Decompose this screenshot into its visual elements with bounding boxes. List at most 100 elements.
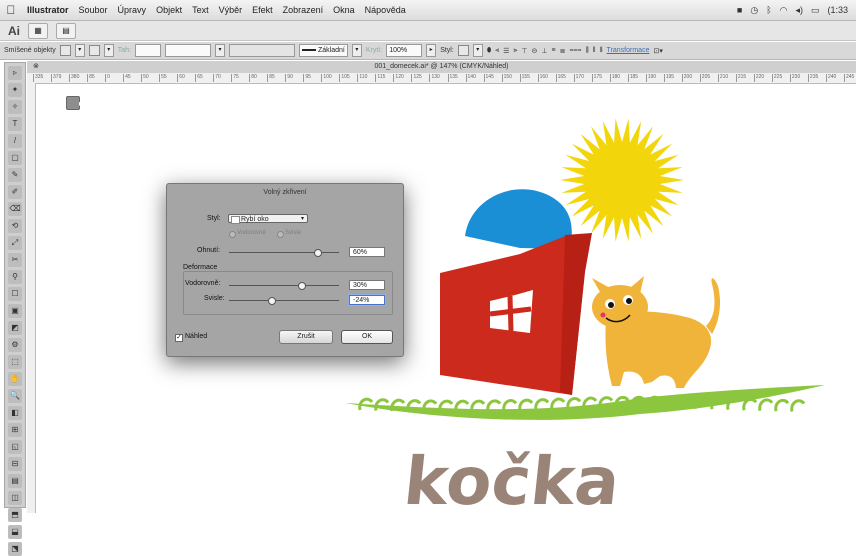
horizontal-radio[interactable]	[229, 231, 236, 238]
brush-field[interactable]	[228, 44, 295, 57]
vertical-radio[interactable]	[277, 231, 284, 238]
bridge-button[interactable]: ▦	[28, 22, 48, 39]
align-top-icon[interactable]: ⊤	[521, 47, 527, 55]
bend-field[interactable]: 60%	[349, 247, 385, 257]
pencil-tool-icon[interactable]: ✐	[8, 185, 22, 199]
stroke-dropdown[interactable]: ▾	[103, 44, 114, 57]
distribute-left-icon[interactable]: ⫼	[585, 47, 588, 55]
selection-tool-icon[interactable]: ▸	[66, 96, 83, 110]
align-center-icon[interactable]: ☰	[503, 47, 509, 55]
align-left-icon[interactable]: ⫷	[495, 47, 499, 55]
menu-app-name[interactable]: Illustrator	[22, 5, 74, 15]
preview-checkbox[interactable]: ✓	[175, 334, 183, 342]
fill-dropdown[interactable]: ▾	[74, 44, 85, 57]
rectangle-tool-icon[interactable]: ▢	[8, 151, 22, 165]
ruler-tick-label: 75	[231, 74, 239, 82]
graphic-style-icon[interactable]	[457, 45, 469, 56]
shape-builder-tool-icon[interactable]: ▣	[8, 304, 22, 318]
align-bottom-icon[interactable]: ⊥	[541, 47, 547, 55]
direct-selection-tool-icon[interactable]: ▹	[8, 66, 22, 80]
rotate-tool-icon[interactable]: ⟲	[8, 219, 22, 233]
stroke-style-field[interactable]: Základní	[298, 44, 348, 57]
menu-zobrazeni[interactable]: Zobrazení	[278, 5, 329, 15]
distribute-middle-icon[interactable]: ≣	[560, 47, 566, 55]
menu-okna[interactable]: Okna	[328, 5, 360, 15]
menu-text[interactable]: Text	[187, 5, 214, 15]
transform-link[interactable]: Transformace	[607, 47, 650, 54]
magic-wand-tool-icon[interactable]: ✦	[8, 83, 22, 97]
distribute-top-icon[interactable]: ≡	[552, 47, 556, 54]
lasso-tool-icon[interactable]: ✧	[8, 100, 22, 114]
color-mode-icon[interactable]: ◱	[8, 440, 22, 454]
variable-width-dropdown[interactable]: ▾	[214, 44, 225, 57]
align-middle-icon[interactable]: ⊝	[532, 47, 538, 55]
swap-colors-icon[interactable]: ⊞	[8, 423, 22, 437]
horizontal-distortion-field[interactable]: 30%	[349, 280, 385, 290]
gradient-mode-icon[interactable]: ⊟	[8, 457, 22, 471]
battery-icon[interactable]: ▭	[811, 5, 820, 16]
ruler-tick-label: 100	[321, 74, 332, 82]
timemachine-icon[interactable]: ◷	[750, 5, 758, 16]
opacity-dropdown[interactable]: ▸	[426, 44, 437, 57]
draw-inside-icon[interactable]: ⬓	[8, 525, 22, 539]
horizontal-distortion-slider[interactable]	[229, 282, 339, 290]
zoom-tool-icon[interactable]: 🔍	[8, 389, 22, 403]
scale-tool-icon[interactable]: ⤢	[8, 236, 22, 250]
graphic-style-dropdown[interactable]: ▾	[472, 44, 483, 57]
vertical-distortion-field[interactable]: -24%	[349, 295, 385, 305]
variable-width-field[interactable]	[164, 44, 211, 57]
stroke-swatch-icon[interactable]	[88, 45, 100, 56]
fill-swatch-icon[interactable]	[59, 45, 71, 56]
stroke-weight-field[interactable]	[134, 44, 161, 57]
menu-upravy[interactable]: Úpravy	[113, 5, 152, 15]
vertical-distortion-slider[interactable]	[229, 297, 339, 305]
paintbrush-tool-icon[interactable]: ✎	[8, 168, 22, 182]
wifi-icon[interactable]: ◠	[780, 5, 788, 16]
eraser-tool-icon[interactable]: ⌫	[8, 202, 22, 216]
perspective-grid-tool-icon[interactable]: ◩	[8, 321, 22, 335]
fill-stroke-icon[interactable]: ◧	[8, 406, 22, 420]
menu-soubor[interactable]: Soubor	[74, 5, 113, 15]
cancel-button[interactable]: Zrušit	[279, 330, 333, 344]
draw-behind-icon[interactable]: ⬒	[8, 508, 22, 522]
menu-vyber[interactable]: Výběr	[214, 5, 248, 15]
bend-slider-handle[interactable]	[314, 249, 322, 257]
menu-efekt[interactable]: Efekt	[247, 5, 278, 15]
distribute-bottom-icon[interactable]: ⩶	[569, 47, 581, 55]
opacity-field[interactable]: 100%	[386, 44, 423, 57]
line-tool-icon[interactable]: /	[8, 134, 22, 148]
type-tool-icon[interactable]: T	[8, 117, 22, 131]
arrange-documents-button[interactable]: ▤	[56, 22, 76, 39]
menu-objekt[interactable]: Objekt	[151, 5, 187, 15]
none-mode-icon[interactable]: ▤	[8, 474, 22, 488]
style-select[interactable]: Rybí oko ▾	[228, 214, 308, 224]
mesh-tool-icon[interactable]: ⚙	[8, 338, 22, 352]
vertical-distortion-handle[interactable]	[267, 297, 276, 305]
draw-normal-icon[interactable]: ◫	[8, 491, 22, 505]
bend-slider[interactable]	[229, 249, 339, 257]
close-document-icon[interactable]: ⊗	[33, 61, 39, 73]
puppet-warp-tool-icon[interactable]: ⚲	[8, 270, 22, 284]
screen-mode-icon[interactable]: ⬔	[8, 542, 22, 556]
bluetooth-icon[interactable]: ᛒ	[766, 5, 771, 16]
align-right-icon[interactable]: ⫸	[513, 47, 517, 55]
gradient-tool-icon[interactable]: ⬚	[8, 355, 22, 369]
recolor-icon[interactable]: ⬮	[487, 47, 491, 55]
ruler-tick-label: 45	[123, 74, 131, 82]
ok-button[interactable]: OK	[341, 330, 393, 344]
horizontal-distortion-handle[interactable]	[297, 282, 306, 290]
apple-icon[interactable]: 	[0, 3, 22, 17]
clock[interactable]: (1:33	[827, 5, 848, 16]
distribute-right-icon[interactable]: ⫴	[600, 47, 603, 55]
menu-napoveda[interactable]: Nápověda	[360, 5, 411, 15]
isolate-icon[interactable]: ⊡▾	[653, 47, 662, 55]
stroke-style-dropdown[interactable]: ▾	[351, 44, 362, 57]
hand-tool-icon[interactable]: ✋	[8, 372, 22, 386]
volume-icon[interactable]: ◂)	[795, 5, 803, 16]
distribute-center-icon[interactable]: ‖	[593, 47, 596, 54]
camera-icon[interactable]: ■	[737, 5, 742, 16]
free-transform-tool-icon[interactable]: ☐	[8, 287, 22, 301]
ruler-tick-label: 135	[447, 74, 458, 82]
grass	[345, 385, 825, 420]
scissors-tool-icon[interactable]: ✂	[8, 253, 22, 267]
